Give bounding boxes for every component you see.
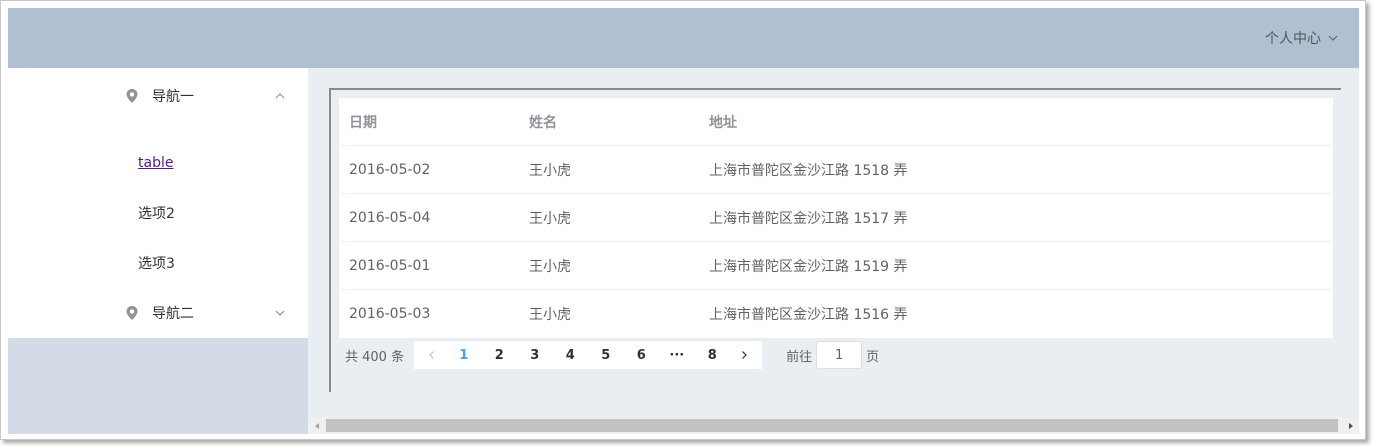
table-card: 日期 姓名 地址 2016-05-02 王小虎 上海市普陀区金沙江路 1518 …: [329, 88, 1341, 392]
sidebar-item-label: 选项2: [138, 206, 175, 222]
page-button-5[interactable]: 5: [588, 348, 624, 363]
cell-date: 2016-05-02: [349, 161, 431, 178]
column-header-address: 地址: [709, 114, 737, 131]
sidebar-item-table[interactable]: table: [8, 138, 308, 188]
scrollbar-thumb[interactable]: [326, 419, 1338, 432]
page-button-4[interactable]: 4: [553, 348, 589, 363]
app-window: 个人中心 导航一 table 选项2 选项3 导航二 日期 姓名 地址 2016…: [0, 0, 1366, 440]
next-page-button[interactable]: [730, 350, 758, 360]
location-icon: [126, 89, 138, 103]
scroll-right-arrow-icon[interactable]: [1346, 421, 1356, 431]
horizontal-scrollbar[interactable]: [308, 418, 1359, 434]
table-header-row: 日期 姓名 地址: [339, 98, 1333, 146]
chevron-up-icon: [275, 93, 285, 99]
page-button-6[interactable]: 6: [624, 348, 660, 363]
cell-date: 2016-05-04: [349, 209, 431, 226]
sidebar-item-table-link[interactable]: table: [138, 155, 173, 171]
top-header: 个人中心: [8, 8, 1359, 68]
cell-name: 王小虎: [529, 307, 571, 323]
submenu-nav2[interactable]: 导航二: [8, 288, 308, 338]
sidebar-item-option3[interactable]: 选项3: [8, 238, 308, 288]
location-icon: [126, 306, 138, 320]
sidebar: 导航一 table 选项2 选项3 导航二: [8, 68, 308, 434]
page-button-2[interactable]: 2: [482, 348, 518, 363]
chevron-right-icon: [742, 351, 747, 359]
scroll-left-arrow-icon[interactable]: [312, 421, 322, 431]
submenu-nav1-label: 导航一: [152, 89, 194, 105]
chevron-left-icon: [429, 351, 435, 359]
pager: 1 2 3 4 5 6 ··· 8: [414, 341, 763, 369]
page-button-8[interactable]: 8: [695, 348, 731, 363]
column-header-name: 姓名: [529, 114, 557, 131]
more-pages-button[interactable]: ···: [659, 348, 695, 363]
submenu-nav2-label: 导航二: [152, 306, 194, 322]
sidebar-item-label: 选项3: [138, 256, 175, 272]
app-container: 个人中心 导航一 table 选项2 选项3 导航二 日期 姓名 地址 2016…: [8, 8, 1359, 434]
pagination: 共 400 条 1 2 3 4 5 6 ··· 8 前往 1 页: [345, 340, 879, 370]
page-jumper: 前往 页: [786, 341, 879, 369]
submenu-nav1[interactable]: 导航一: [8, 68, 308, 124]
chevron-down-icon: [275, 310, 285, 316]
table-row: 2016-05-04 王小虎 上海市普陀区金沙江路 1517 弄: [339, 194, 1333, 242]
nav-menu: 导航一 table 选项2 选项3 导航二: [8, 68, 308, 338]
page-button-1[interactable]: 1: [446, 348, 482, 363]
page-unit-label: 页: [866, 349, 880, 365]
table-row: 2016-05-03 王小虎 上海市普陀区金沙江路 1516 弄: [339, 290, 1333, 338]
cell-address: 上海市普陀区金沙江路 1518 弄: [709, 162, 908, 179]
cell-name: 王小虎: [529, 210, 571, 227]
prev-page-button[interactable]: [418, 350, 446, 360]
user-center-dropdown[interactable]: 个人中心: [1265, 8, 1339, 68]
cell-address: 上海市普陀区金沙江路 1519 弄: [709, 258, 908, 275]
cell-address: 上海市普陀区金沙江路 1516 弄: [709, 307, 908, 323]
goto-label: 前往: [786, 349, 813, 365]
cell-name: 王小虎: [529, 258, 571, 275]
data-table: 日期 姓名 地址 2016-05-02 王小虎 上海市普陀区金沙江路 1518 …: [339, 98, 1333, 338]
chevron-down-icon: [1328, 35, 1338, 41]
pagination-total: 共 400 条: [345, 349, 405, 365]
cell-name: 王小虎: [529, 162, 571, 179]
goto-page-input[interactable]: [816, 341, 863, 369]
table-row: 2016-05-02 王小虎 上海市普陀区金沙江路 1518 弄: [339, 146, 1333, 194]
user-center-label: 个人中心: [1265, 31, 1321, 47]
cell-date: 2016-05-01: [349, 257, 431, 274]
column-header-date: 日期: [349, 114, 377, 131]
table-row: 2016-05-01 王小虎 上海市普陀区金沙江路 1519 弄: [339, 242, 1333, 290]
main-content: 日期 姓名 地址 2016-05-02 王小虎 上海市普陀区金沙江路 1518 …: [308, 68, 1359, 434]
page-button-3[interactable]: 3: [517, 348, 553, 363]
sidebar-item-option2[interactable]: 选项2: [8, 188, 308, 238]
cell-address: 上海市普陀区金沙江路 1517 弄: [709, 210, 908, 227]
cell-date: 2016-05-03: [349, 306, 431, 322]
